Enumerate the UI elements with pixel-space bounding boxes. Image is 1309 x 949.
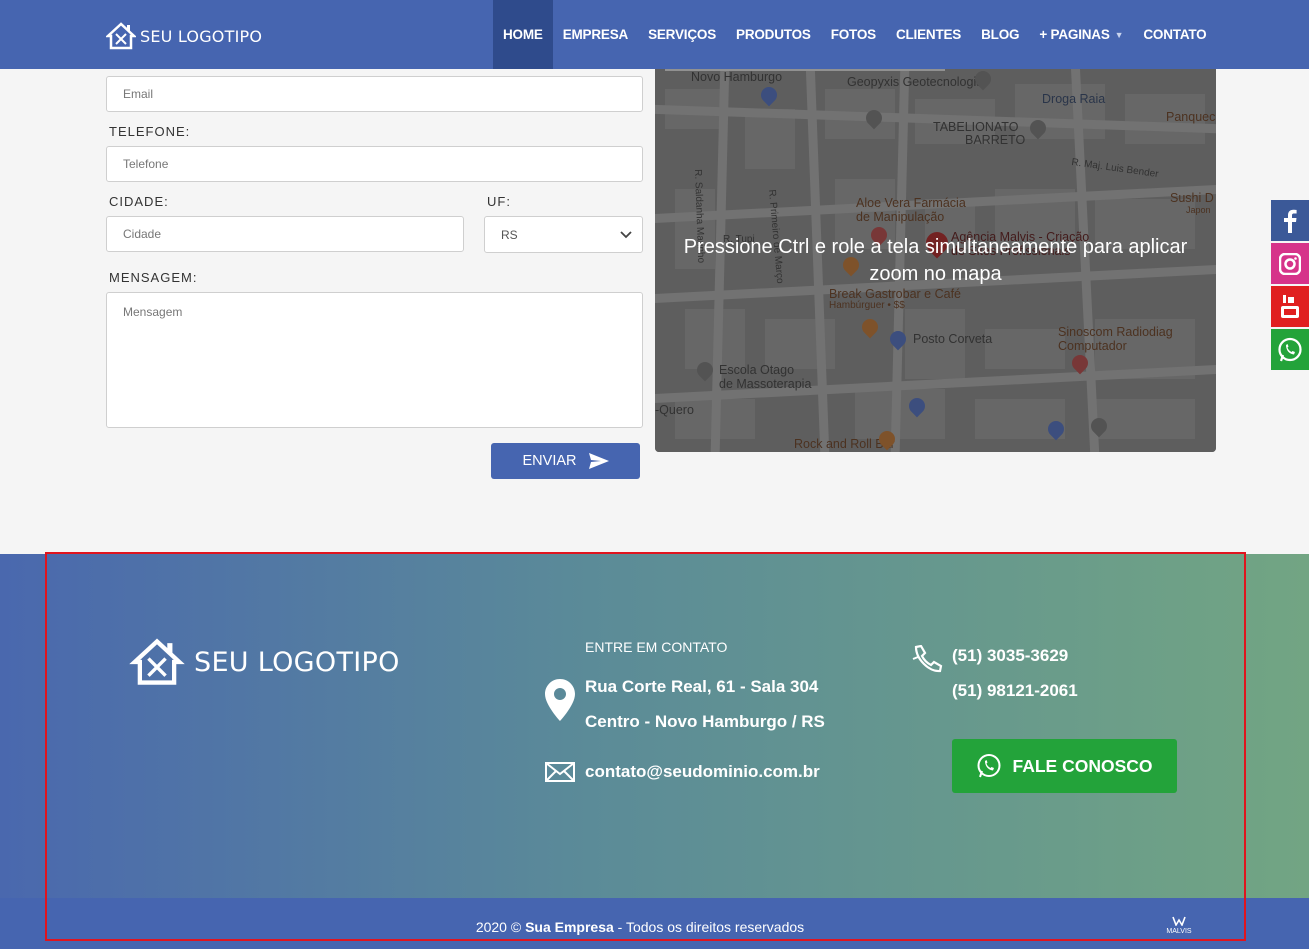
- map-zoom-hint: Pressione Ctrl e role a tela simultaneam…: [683, 235, 1188, 285]
- whatsapp-icon: [1278, 337, 1302, 361]
- main-nav: HOME EMPRESA SERVIÇOS PRODUTOS FOTOS CLI…: [493, 0, 1216, 69]
- nav-label: HOME: [503, 27, 543, 42]
- fale-conosco-label: FALE CONOSCO: [1012, 755, 1153, 776]
- nav-home[interactable]: HOME: [493, 0, 553, 69]
- nav-label: CLIENTES: [895, 27, 962, 42]
- address-line-1: Rua Corte Real, 61 - Sala 304: [585, 677, 819, 696]
- telefone-label: TELEFONE:: [109, 124, 191, 139]
- google-map[interactable]: Novo Hamburgo Geopyxis Geotecnologia Dro…: [655, 69, 1216, 452]
- cidade-input[interactable]: [106, 216, 464, 252]
- nav-clientes[interactable]: CLIENTES: [886, 0, 971, 69]
- copyright-company: Sua Empresa: [525, 919, 614, 935]
- location-pin-icon: [545, 679, 575, 721]
- nav-paginas[interactable]: + PAGINAS ▼: [1029, 0, 1133, 69]
- footer-logo[interactable]: SEU LOGOTIPO: [127, 638, 400, 686]
- facebook-button[interactable]: [1271, 200, 1309, 241]
- footer-email-link[interactable]: contato@seudominio.com.br: [585, 762, 820, 782]
- house-logo-icon: [106, 22, 136, 50]
- enviar-button[interactable]: ENVIAR: [491, 443, 640, 479]
- send-arrow-icon: [588, 453, 609, 469]
- nav-blog[interactable]: BLOG: [971, 0, 1029, 69]
- nav-label: SERVIÇOS: [648, 27, 717, 42]
- nav-fotos[interactable]: FOTOS: [821, 0, 886, 69]
- mensagem-textarea[interactable]: [106, 292, 643, 428]
- logo-text: SEU LOGOTIPO: [140, 26, 263, 46]
- nav-label: FOTOS: [830, 27, 876, 42]
- uf-select[interactable]: RS: [484, 216, 643, 253]
- youtube-icon: [1281, 294, 1299, 318]
- nav-produtos[interactable]: PRODUTOS: [726, 0, 821, 69]
- nav-label: EMPRESA: [562, 27, 629, 42]
- enviar-label: ENVIAR: [522, 453, 577, 469]
- instagram-icon: [1279, 252, 1301, 275]
- nav-label: PRODUTOS: [736, 27, 811, 42]
- copyright-rest: - Todos os direitos reservados: [617, 919, 805, 935]
- youtube-button[interactable]: [1271, 286, 1309, 327]
- site-header: SEU LOGOTIPO HOME EMPRESA SERVIÇOS PRODU…: [0, 0, 1309, 69]
- mensagem-label: MENSAGEM:: [109, 270, 198, 285]
- map-zoom-overlay: Pressione Ctrl e role a tela simultaneam…: [655, 69, 1216, 452]
- phone-icon: [912, 645, 943, 673]
- email-input[interactable]: [106, 76, 643, 112]
- whatsapp-button[interactable]: [1271, 329, 1309, 370]
- envelope-icon: [545, 762, 575, 782]
- nav-label: BLOG: [981, 27, 1020, 42]
- malvis-label: MALVIS: [1166, 928, 1192, 935]
- phone-1[interactable]: (51) 3035-3629: [952, 646, 1068, 666]
- facebook-icon: [1284, 209, 1297, 233]
- copyright-text: 2020 © Sua Empresa - Todos os direitos r…: [0, 919, 1280, 935]
- nav-contato[interactable]: CONTATO: [1133, 0, 1216, 69]
- nav-label: CONTATO: [1143, 27, 1207, 42]
- instagram-button[interactable]: [1271, 243, 1309, 284]
- uf-selected-value: RS: [501, 227, 518, 242]
- malvis-credit[interactable]: MALVIS: [1163, 916, 1195, 935]
- uf-label: UF:: [487, 194, 511, 209]
- whatsapp-icon: [977, 754, 1001, 778]
- contact-title: ENTRE EM CONTATO: [585, 639, 728, 655]
- nav-label: + PAGINAS: [1039, 27, 1110, 42]
- footer-logo-text: SEU LOGOTIPO: [194, 646, 400, 678]
- chevron-down-icon: ▼: [1114, 30, 1124, 40]
- malvis-logo-icon: [1172, 916, 1186, 927]
- chevron-down-icon: [620, 230, 632, 238]
- address-line-2: Centro - Novo Hamburgo / RS: [585, 712, 825, 731]
- house-logo-icon: [129, 638, 185, 685]
- telefone-input[interactable]: [106, 146, 643, 182]
- nav-empresa[interactable]: EMPRESA: [553, 0, 638, 69]
- nav-servicos[interactable]: SERVIÇOS: [638, 0, 726, 69]
- phone-2[interactable]: (51) 98121-2061: [952, 681, 1078, 701]
- copyright-year: 2020 ©: [475, 919, 522, 935]
- fale-conosco-button[interactable]: FALE CONOSCO: [952, 739, 1177, 793]
- cidade-label: CIDADE:: [109, 194, 169, 209]
- header-logo[interactable]: SEU LOGOTIPO: [106, 22, 262, 50]
